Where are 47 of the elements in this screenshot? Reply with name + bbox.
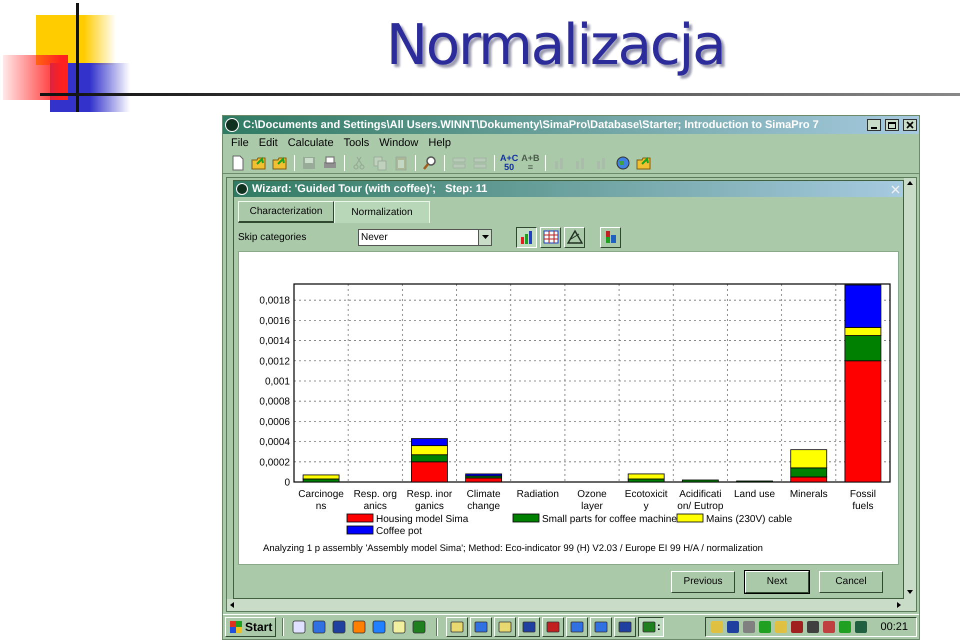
y-tick-label: 0,0018 [259,296,290,307]
category-label: Climate change [466,489,501,512]
y-tick-label: 0,0002 [259,457,290,468]
tab[interactable]: Characterization [238,201,334,223]
category-label: Carcinoge ns [298,489,344,512]
wizard-button[interactable]: Next [745,570,809,592]
legend-label: Mains (230V) cable [706,514,792,525]
tab[interactable]: Normalization [334,201,430,223]
window-title: C:\Documents and Settings\All Users.WINNT\Dokumenty\SimaPro\Database\Starter; Introduction to SimaPro 7 [243,118,820,133]
skip-categories-label: Skip categories [238,230,308,244]
toolbar-button[interactable]: A+C 50 [500,154,518,172]
y-tick-label: 0,0008 [259,396,290,408]
legend-label: Coffee pot [376,526,422,537]
menu-item[interactable]: Edit [258,134,278,152]
category-label: Resp. inor ganics [406,489,452,512]
y-tick-label: 0,0004 [259,437,290,448]
category-label: Minerals [790,489,828,500]
category-label: Fossil fuels [850,489,876,512]
wizard-button[interactable]: Previous [671,570,735,592]
y-tick-label: 0,0016 [259,316,290,327]
category-label: Radiation [516,489,559,500]
wizard-button[interactable]: Cancel [819,570,883,592]
category-label: Land use [734,489,776,500]
y-tick-label: 0,0012 [259,356,290,368]
category-label: Ecotoxicit y [624,489,668,512]
taskbar-button[interactable]: : [638,617,664,637]
skip-categories-dropdown[interactable]: Never [358,228,492,246]
slide-title: Normalizacja [386,12,725,80]
status-text: Analyzing 1 p assembly 'Assembly model Sima'; Method: Eco-indicator 99 (H) V2.03 / Europe EI 99 H/A / normalization [263,543,763,554]
wizard-title: Wizard: 'Guided Tour (with coffee)'; Step: 11 [252,182,488,197]
category-label: Resp. org anics [354,489,397,512]
y-tick-label: 0 [284,478,290,488]
menu-item[interactable]: Window [379,134,418,152]
y-tick-label: 0,0006 [259,416,290,428]
legend-label: Housing model Sima [376,514,468,525]
category-label: Ozone layer [577,489,607,512]
clock: 00:21 [880,620,908,635]
category-label: Acidificati on/ Eutrop [677,489,724,512]
legend-label: Small parts for coffee machine [542,514,677,525]
menu-item[interactable]: Calculate [288,134,334,152]
y-tick-label: 0,0014 [259,336,290,348]
menu-item[interactable]: Help [428,134,451,152]
start-button[interactable]: Start [225,617,276,637]
dropdown-value: Never [360,230,388,244]
menu-item[interactable]: File [231,134,249,152]
y-tick-label: 0,001 [264,376,290,388]
menu-item[interactable]: Tools [344,134,370,152]
